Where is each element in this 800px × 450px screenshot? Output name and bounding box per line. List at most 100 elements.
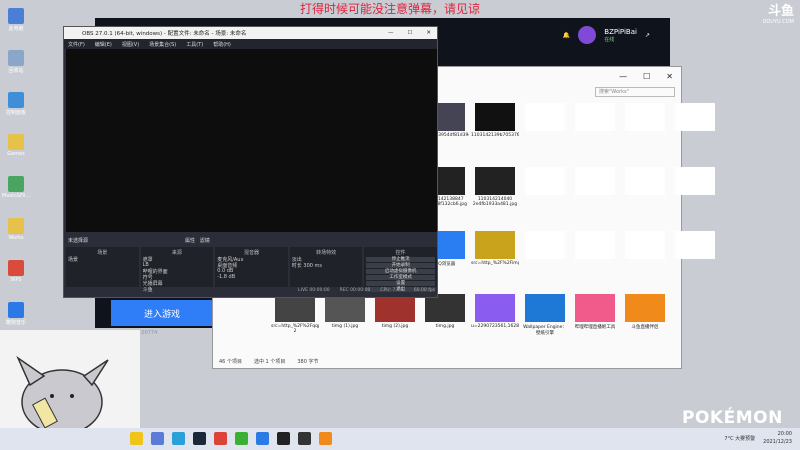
file-item[interactable]: 哔哩哔哩直播姬工具 bbox=[571, 294, 619, 352]
file-item[interactable] bbox=[671, 230, 719, 289]
brand-url: DOUYU.COM bbox=[762, 19, 795, 25]
stream-notice: 打得时候可能没注意弹幕，请见谅 bbox=[300, 2, 481, 16]
file-item[interactable]: u=2290723561,1628807454&fm=26&gp=0.jpg bbox=[471, 294, 519, 352]
obs-menu-item[interactable]: 工具(T) bbox=[186, 41, 203, 48]
username: BZPiPiBai bbox=[604, 27, 637, 36]
play-button[interactable]: 进入游戏 bbox=[111, 300, 213, 326]
file-name: 哔哩哔哩直播姬工具 bbox=[574, 325, 616, 331]
obs-menu-item[interactable]: 视图(V) bbox=[122, 41, 139, 48]
transition-duration[interactable]: 时长 300 ms bbox=[292, 262, 361, 269]
file-name: 1103142139b705376332e7205.jpg bbox=[471, 133, 519, 138]
obs-scenes-item[interactable]: 场景 bbox=[68, 256, 137, 263]
desktop-icon[interactable]: 酷狗音乐 bbox=[2, 302, 30, 326]
desktop-icon[interactable]: WPS bbox=[2, 260, 30, 283]
file-thumbnail bbox=[575, 166, 615, 195]
file-item[interactable]: src=http_%2F%2Fqqpublic.qpic.cn%2Fqq_pub… bbox=[271, 294, 319, 352]
desktop-icon[interactable]: Works bbox=[2, 218, 30, 241]
file-item[interactable] bbox=[671, 166, 719, 225]
file-thumbnail bbox=[275, 294, 315, 323]
obs-menu-item[interactable]: 文件(F) bbox=[68, 41, 85, 48]
desktop-app-icon bbox=[8, 218, 24, 234]
obs-dock-panels: 场景 场景 来源 遮罩 LB 哔哩的界面 符号 光播屏幕 斗鱼 混音器 麦克风/Aux 桌面音频 0… bbox=[66, 247, 437, 293]
file-item[interactable] bbox=[571, 166, 619, 225]
obs-controls-item[interactable]: 设置 bbox=[366, 281, 435, 286]
desktop-icon[interactable]: Music&Fil... bbox=[2, 176, 30, 199]
file-thumbnail bbox=[325, 294, 365, 323]
file-item[interactable] bbox=[571, 103, 619, 161]
file-thumbnail bbox=[375, 294, 415, 323]
explorer-icon[interactable] bbox=[130, 432, 143, 445]
desktop-icon-label: Music&Fil... bbox=[2, 193, 31, 199]
steam-icon[interactable] bbox=[193, 432, 206, 445]
file-item[interactable]: timg.jpg bbox=[421, 294, 469, 352]
pokemon-watermark: POKÉMON bbox=[682, 408, 783, 428]
desktop-icon[interactable]: 控制面板 bbox=[2, 92, 30, 116]
cpu-status: CPU: 7.7% bbox=[380, 288, 404, 293]
obs-controls-item[interactable]: 启动虚拟摄像机 bbox=[366, 269, 435, 274]
file-item[interactable] bbox=[621, 103, 669, 161]
desktop-icon[interactable]: Games bbox=[2, 134, 30, 157]
edge-icon[interactable] bbox=[172, 432, 185, 445]
task-view-icon[interactable] bbox=[151, 432, 164, 445]
desktop-app-icon bbox=[8, 176, 24, 192]
file-item[interactable] bbox=[621, 230, 669, 289]
obs-controls-item[interactable]: 停止推流 bbox=[366, 257, 435, 262]
file-thumbnail bbox=[675, 230, 715, 259]
file-item[interactable] bbox=[621, 166, 669, 225]
file-item[interactable]: timg (2).jpg bbox=[371, 294, 419, 352]
desktop-app-icon bbox=[8, 8, 24, 24]
douyu-icon[interactable] bbox=[319, 432, 332, 445]
maximize-icon[interactable]: ☐ bbox=[407, 30, 412, 36]
search-input[interactable]: 搜索"Works" bbox=[595, 87, 675, 97]
obs-menu-item[interactable]: 场景集合(S) bbox=[149, 41, 176, 48]
obs-props-button[interactable]: 属性 bbox=[185, 238, 195, 244]
file-thumbnail bbox=[425, 294, 465, 323]
file-item[interactable] bbox=[571, 230, 619, 289]
obs-controls-item[interactable]: 开始录制 bbox=[366, 263, 435, 268]
desktop-app-icon bbox=[8, 302, 24, 318]
obs-icon[interactable] bbox=[298, 432, 311, 445]
bell-icon[interactable]: 🔔 bbox=[563, 32, 570, 39]
minimize-icon[interactable]: — bbox=[619, 72, 627, 81]
file-item[interactable]: timg (1).jpg bbox=[321, 294, 369, 352]
chrome-icon[interactable] bbox=[214, 432, 227, 445]
file-item[interactable]: 斗鱼直播伴侣 bbox=[621, 294, 669, 352]
file-item[interactable] bbox=[521, 166, 569, 225]
obs-filters-button[interactable]: 滤镜 bbox=[200, 238, 210, 244]
weather[interactable]: 7°C 大雾预警 bbox=[724, 435, 755, 442]
obs-menu-item[interactable]: 帮助(H) bbox=[213, 41, 231, 48]
desktop-app-icon bbox=[8, 134, 24, 150]
obs-titlebar: OBS 27.0.1 (64-bit, windows) - 配置文件: 未命名… bbox=[64, 27, 437, 39]
file-thumbnail bbox=[625, 103, 665, 131]
file-thumbnail bbox=[625, 166, 665, 195]
obs-menu-item[interactable]: 编辑(E) bbox=[95, 41, 112, 48]
file-item[interactable]: 110314214040 2e4fb1933a481.jpg bbox=[471, 166, 519, 225]
file-item[interactable]: 1103142139b705376332e7205.jpg bbox=[471, 103, 519, 161]
file-item[interactable] bbox=[671, 103, 719, 161]
close-icon[interactable]: ✕ bbox=[426, 30, 431, 36]
desktop-icon[interactable]: 回收站 bbox=[2, 50, 30, 74]
desktop-icon[interactable]: 此电脑 bbox=[2, 8, 30, 32]
external-link-icon[interactable]: ↗ bbox=[645, 32, 650, 39]
douyu-logo: 斗鱼 DOUYU.COM bbox=[763, 0, 795, 25]
desktop-icon-label: 控制面板 bbox=[5, 110, 26, 116]
selected-count: 选中 1 个项目 bbox=[253, 358, 286, 365]
file-thumbnail bbox=[525, 166, 565, 195]
minimize-icon[interactable]: — bbox=[388, 30, 394, 36]
file-item[interactable]: Wallpaper Engine：壁纸引擎 bbox=[521, 294, 569, 352]
file-name: src=http_%2F%2Fimg.ws.126.net%2F_url=htt… bbox=[471, 260, 519, 266]
obs-controls-item[interactable]: 工作室模式 bbox=[366, 275, 435, 280]
file-item[interactable] bbox=[521, 103, 569, 161]
fps-status: 60.00 fps bbox=[413, 288, 435, 293]
obs-statusbar: LIVE 00:00:00 REC 00:00:00 CPU: 7.7% 60.… bbox=[66, 288, 435, 296]
clock[interactable]: 20:00 2021/12/23 bbox=[763, 430, 792, 446]
launcher-header: 🔔 BZPiPiBai 在线 ↗ bbox=[563, 26, 650, 44]
qq-icon[interactable] bbox=[256, 432, 269, 445]
file-item[interactable]: src=http_%2F%2Fimg.ws.126.net%2F_url=htt… bbox=[471, 230, 519, 289]
file-item[interactable] bbox=[521, 230, 569, 289]
maximize-icon[interactable]: ☐ bbox=[643, 72, 650, 81]
close-icon[interactable]: ✕ bbox=[666, 72, 673, 81]
wechat-icon[interactable] bbox=[235, 432, 248, 445]
launcher-icon[interactable] bbox=[277, 432, 290, 445]
avatar[interactable] bbox=[578, 26, 597, 44]
